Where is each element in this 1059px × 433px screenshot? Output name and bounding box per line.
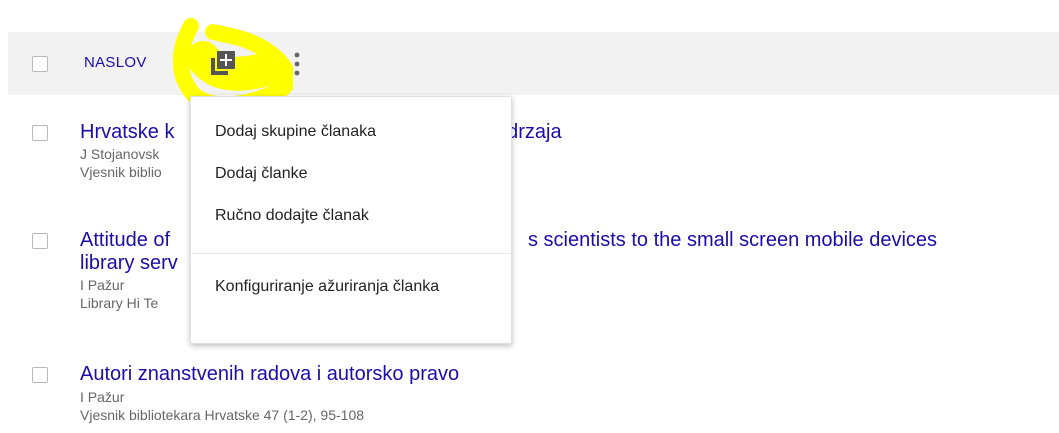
article-checkbox[interactable] (32, 233, 48, 249)
title-column-header[interactable]: NASLOV (84, 54, 147, 71)
article-authors: J Stojanovsk (80, 146, 160, 162)
menu-divider (191, 253, 511, 254)
article-title[interactable]: Hrvatske k (80, 120, 174, 144)
article-authors: I Pažur (80, 277, 125, 293)
add-dropdown-menu: Dodaj skupine članaka Dodaj članke Ručno… (190, 96, 512, 344)
article-title-continued[interactable]: s scientists to the small screen mobile … (528, 228, 937, 252)
article-title[interactable]: Autori znanstvenih radova i autorsko pra… (80, 362, 459, 386)
article-source: Vjesnik biblio (80, 164, 162, 180)
article-title[interactable]: Attitude of (80, 228, 170, 252)
article-title-line2[interactable]: library serv (80, 251, 178, 275)
article-source: Library Hi Te (80, 295, 159, 311)
add-box-icon[interactable] (210, 50, 236, 76)
menu-item-add-article-groups[interactable]: Dodaj skupine članaka (215, 121, 376, 142)
select-all-checkbox[interactable] (32, 56, 48, 72)
article-source: Vjesnik bibliotekara Hrvatske 47 (1-2), … (80, 407, 365, 423)
article-checkbox[interactable] (32, 125, 48, 141)
article-authors: I Pažur (80, 389, 125, 405)
table-header: NASLOV (8, 18, 1059, 113)
more-vert-icon[interactable] (292, 49, 302, 79)
menu-item-add-article-manually[interactable]: Ručno dodajte članak (215, 205, 369, 226)
menu-item-configure-updates[interactable]: Konfiguriranje ažuriranja članka (215, 276, 465, 297)
menu-item-add-articles[interactable]: Dodaj članke (215, 163, 308, 184)
article-checkbox[interactable] (32, 367, 48, 383)
